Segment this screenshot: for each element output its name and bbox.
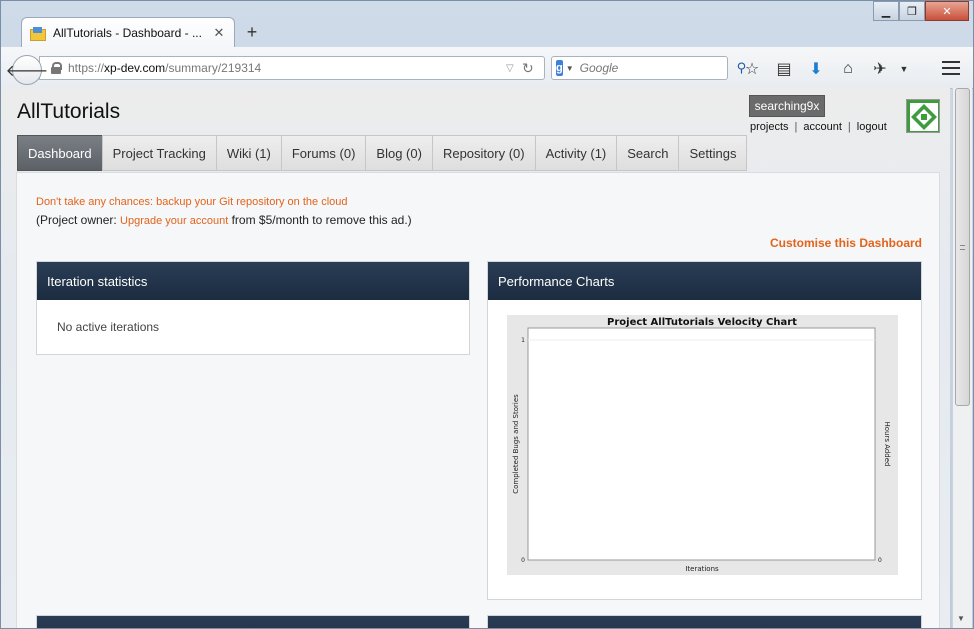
ad-upgrade-text: (Project owner: Upgrade your account fro…	[36, 213, 412, 227]
favicon-icon	[30, 26, 46, 41]
projects-link[interactable]: projects	[750, 121, 789, 133]
no-iterations-text: No active iterations	[57, 320, 160, 334]
dashboard-panel: Don't take any chances: backup your Git …	[16, 172, 940, 628]
x-axis-label: Iterations	[685, 565, 719, 573]
search-input[interactable]	[579, 61, 737, 75]
scroll-thumb[interactable]	[955, 88, 970, 406]
y2-tick-label: 0	[878, 557, 882, 564]
reload-icon[interactable]: ↻	[522, 60, 544, 77]
back-arrow-icon: 🡐	[5, 62, 49, 80]
velocity-chart: Project AllTutorials Velocity Chart Itera…	[507, 315, 898, 575]
y-axis-label: Completed Bugs and Stories	[512, 394, 520, 494]
performance-charts-widget: Performance Charts Project AllTutorials …	[487, 261, 922, 600]
customise-dashboard-link[interactable]: Customise this Dashboard	[770, 236, 922, 250]
browser-tab[interactable]: AllTutorials - Dashboard - ... ✕	[21, 17, 235, 47]
tab-strip: AllTutorials - Dashboard - ... ✕ + ▁ ❐ ✕	[1, 1, 973, 47]
addon-icon[interactable]: ✈	[864, 59, 896, 79]
widget-collapsed-1	[36, 615, 470, 628]
widget-header	[37, 616, 469, 628]
y-tick-label: 0	[521, 557, 525, 564]
upgrade-account-link[interactable]: Upgrade your account	[120, 215, 228, 227]
close-window-button[interactable]: ✕	[925, 1, 969, 21]
tab-wiki[interactable]: Wiki (1)	[215, 135, 281, 171]
tab-repository[interactable]: Repository (0)	[431, 135, 535, 171]
tab-title: AllTutorials - Dashboard - ...	[53, 25, 202, 40]
velocity-chart-svg: Project AllTutorials Velocity Chart Itera…	[512, 317, 891, 573]
user-links: projects | account | logout	[750, 121, 887, 133]
new-tab-button[interactable]: +	[242, 21, 262, 43]
widget-collapsed-2	[487, 615, 922, 628]
tab-search[interactable]: Search	[616, 135, 679, 171]
widget-header	[488, 616, 921, 628]
ad-suffix: from $5/month to remove this ad.)	[228, 213, 412, 227]
logout-link[interactable]: logout	[857, 121, 887, 133]
tab-close-icon[interactable]: ✕	[212, 25, 226, 41]
site-title: AllTutorials	[17, 100, 121, 123]
scroll-down-icon[interactable]: ▼	[957, 614, 965, 623]
url-path: /summary/219314	[165, 61, 262, 75]
project-nav-tabs: Dashboard Project Tracking Wiki (1) Foru…	[17, 135, 748, 172]
ad-prefix: (Project owner:	[36, 213, 121, 227]
ad-backup-link[interactable]: Don't take any chances: backup your Git …	[36, 196, 348, 208]
tab-blog[interactable]: Blog (0)	[365, 135, 432, 171]
home-icon[interactable]: ⌂	[832, 59, 864, 79]
url-bar[interactable]: https://xp-dev.com/summary/219314 ▽ ↻	[39, 56, 545, 80]
url-domain: xp-dev.com	[104, 61, 166, 75]
bookmark-star-icon[interactable]: ☆	[736, 59, 768, 79]
downloads-icon[interactable]: ⬇	[800, 59, 832, 79]
plot-area	[527, 327, 876, 561]
url-scheme: https://	[68, 61, 105, 75]
page-viewport: AllTutorials searching9x projects | acco…	[1, 88, 950, 628]
tab-project-tracking[interactable]: Project Tracking	[101, 135, 216, 171]
vertical-scrollbar[interactable]: ▼	[952, 88, 972, 628]
minimize-button[interactable]: ▁	[873, 1, 899, 21]
addon-dropdown-icon[interactable]: ▼	[896, 59, 912, 79]
avatar[interactable]	[906, 99, 940, 133]
maximize-button[interactable]: ❐	[899, 1, 925, 21]
search-engine-dropdown-icon[interactable]: ▼	[566, 64, 574, 73]
chart-title: Project AllTutorials Velocity Chart	[607, 317, 797, 328]
reading-list-icon[interactable]: ▤	[768, 59, 800, 79]
y2-axis-label: Hours Added	[883, 421, 891, 466]
search-bar[interactable]: g ▼ ⚲	[551, 56, 746, 80]
tab-settings[interactable]: Settings	[678, 135, 748, 171]
tab-activity[interactable]: Activity (1)	[534, 135, 617, 171]
account-link[interactable]: account	[803, 121, 842, 133]
navigation-toolbar: https://xp-dev.com/summary/219314 ▽ ↻ 🡐 …	[1, 47, 973, 89]
google-icon[interactable]: g	[556, 60, 563, 76]
tab-dashboard[interactable]: Dashboard	[17, 135, 102, 171]
window-controls: ▁ ❐ ✕	[873, 1, 969, 21]
tab-forums[interactable]: Forums (0)	[280, 135, 366, 171]
y-tick-label: 1	[521, 337, 525, 344]
widget-header: Iteration statistics	[37, 262, 469, 300]
widget-header: Performance Charts	[488, 262, 921, 300]
toolbar-icons: ☆ ▤ ⬇ ⌂ ✈ ▼	[736, 59, 912, 79]
url-dropdown-icon[interactable]: ▽	[506, 63, 522, 74]
username-badge[interactable]: searching9x	[749, 95, 825, 117]
lock-icon	[50, 62, 62, 74]
hamburger-menu-icon[interactable]	[942, 61, 960, 75]
back-button[interactable]: 🡐	[6, 55, 48, 85]
iteration-statistics-widget: Iteration statistics No active iteration…	[36, 261, 470, 355]
